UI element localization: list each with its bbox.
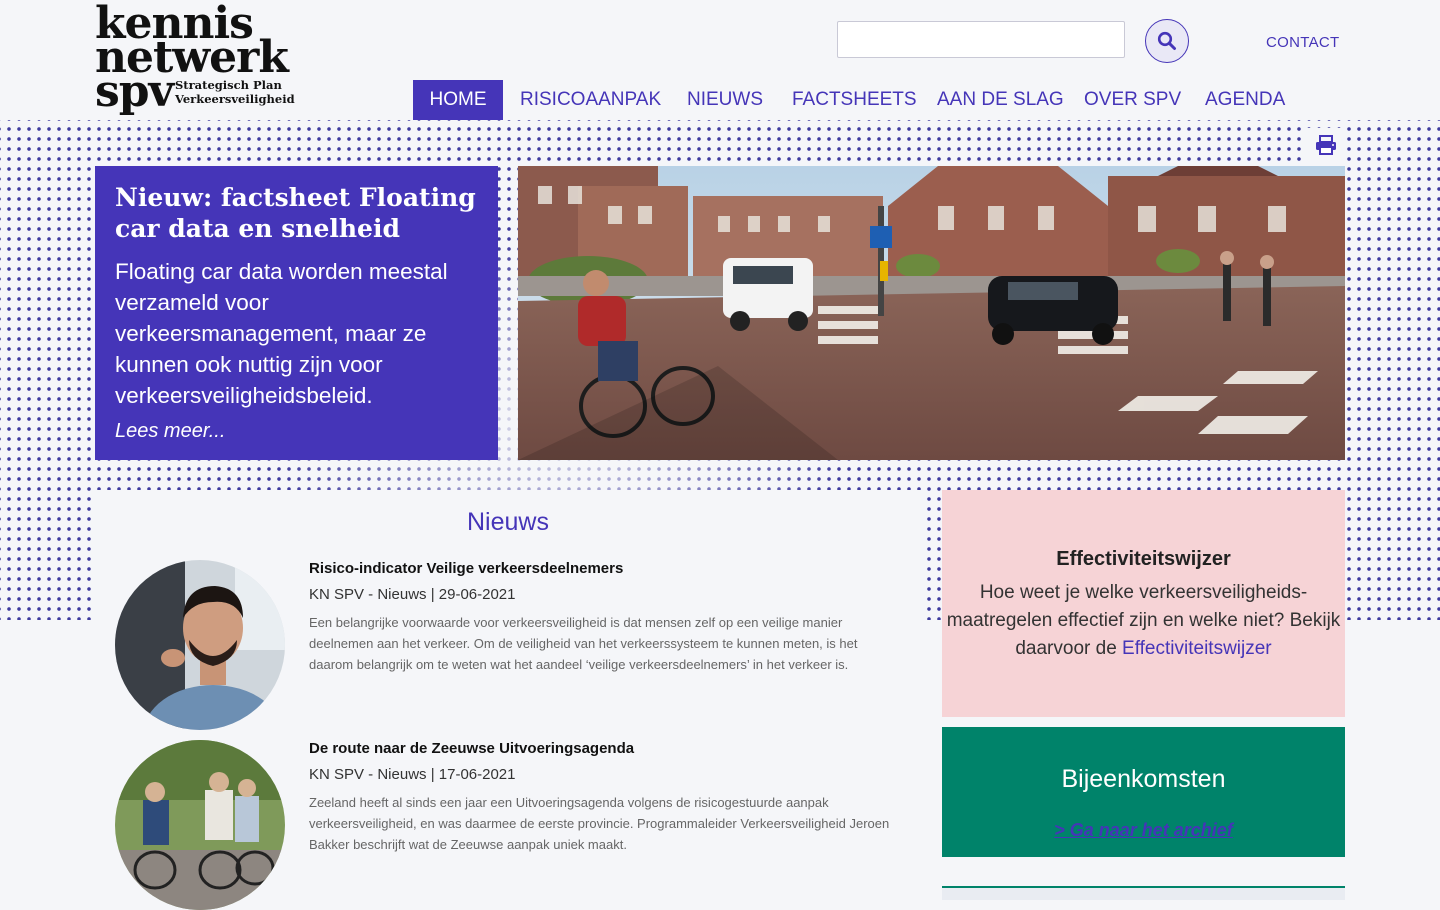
nav-item-over-spv[interactable]: OVER SPV [1084, 80, 1181, 120]
featured-article[interactable]: Nieuw: factsheet Floating car data en sn… [95, 166, 498, 460]
logo-tagline: Strategisch Plan Verkeersveiligheid [175, 78, 295, 106]
effectiviteitswijzer-link[interactable]: Effectiviteitswijzer [1122, 638, 1272, 659]
nav-item-agenda[interactable]: AGENDA [1205, 80, 1285, 120]
nav-item-risicoaanpak[interactable]: RISICOAANPAK [520, 80, 661, 120]
nav-item-aan-de-slag[interactable]: AAN DE SLAG [937, 80, 1064, 120]
sidebar-box-partial [942, 886, 1345, 900]
news-panel: Nieuws Risico-indicator Veilige verkeers… [95, 490, 921, 910]
contact-link[interactable]: CONTACT [1266, 34, 1339, 51]
news-item-title[interactable]: De route naar de Zeeuwse Uitvoeringsagen… [309, 740, 634, 757]
news-item-meta: KN SPV - Nieuws | 29-06-2021 [309, 586, 516, 603]
bijeenkomsten-box: Bijeenkomsten > Ga naar het archief [942, 727, 1345, 857]
print-button[interactable] [1305, 128, 1345, 164]
news-item[interactable]: Risico-indicator Veilige verkeersdeelnem… [115, 560, 905, 735]
news-item-title[interactable]: Risico-indicator Veilige verkeersdeelnem… [309, 560, 623, 577]
site-logo[interactable]: kennis netwerk spv Strategisch Plan Verk… [95, 2, 295, 117]
site-header: kennis netwerk spv Strategisch Plan Verk… [0, 0, 1440, 120]
news-item[interactable]: De route naar de Zeeuwse Uitvoeringsagen… [115, 740, 905, 910]
news-item-text: Een belangrijke voorwaarde voor verkeers… [309, 615, 858, 672]
bijeenkomsten-title: Bijeenkomsten [1061, 765, 1226, 793]
archive-link[interactable]: > Ga naar het archief [942, 820, 1345, 841]
news-thumbnail[interactable] [115, 740, 285, 910]
effectiviteitswijzer-title: Effectiviteitswijzer [1056, 548, 1231, 570]
effectiviteitswijzer-box: Effectiviteitswijzer Hoe weet je welke v… [942, 490, 1345, 717]
news-item-text: Zeeland heeft al sinds een jaar een Uitv… [309, 795, 890, 852]
effectiviteitswijzer-text: Hoe weet je welke verkeersveiligheids-ma… [942, 579, 1345, 663]
featured-text: Floating car data worden meestal verzame… [115, 259, 448, 408]
logo-tagline-2: Verkeersveiligheid [175, 92, 295, 106]
logo-tagline-1: Strategisch Plan [175, 78, 282, 92]
nav-item-factsheets[interactable]: FACTSHEETS [792, 80, 917, 120]
featured-title[interactable]: Nieuw: factsheet Floating car data en sn… [115, 182, 478, 244]
news-item-meta: KN SPV - Nieuws | 17-06-2021 [309, 766, 516, 783]
read-more-link[interactable]: Lees meer... [115, 420, 225, 443]
featured-photo [518, 166, 1345, 460]
nav-item-nieuws[interactable]: NIEUWS [687, 80, 763, 120]
search-button[interactable] [1145, 19, 1189, 63]
news-thumbnail[interactable] [115, 560, 285, 730]
nav-item-home[interactable]: HOME [413, 80, 503, 120]
logo-line-3: spv [95, 66, 174, 117]
print-icon [1316, 135, 1336, 155]
search-icon [1157, 31, 1176, 50]
search-input[interactable] [837, 21, 1125, 58]
news-title: Nieuws [467, 508, 549, 536]
